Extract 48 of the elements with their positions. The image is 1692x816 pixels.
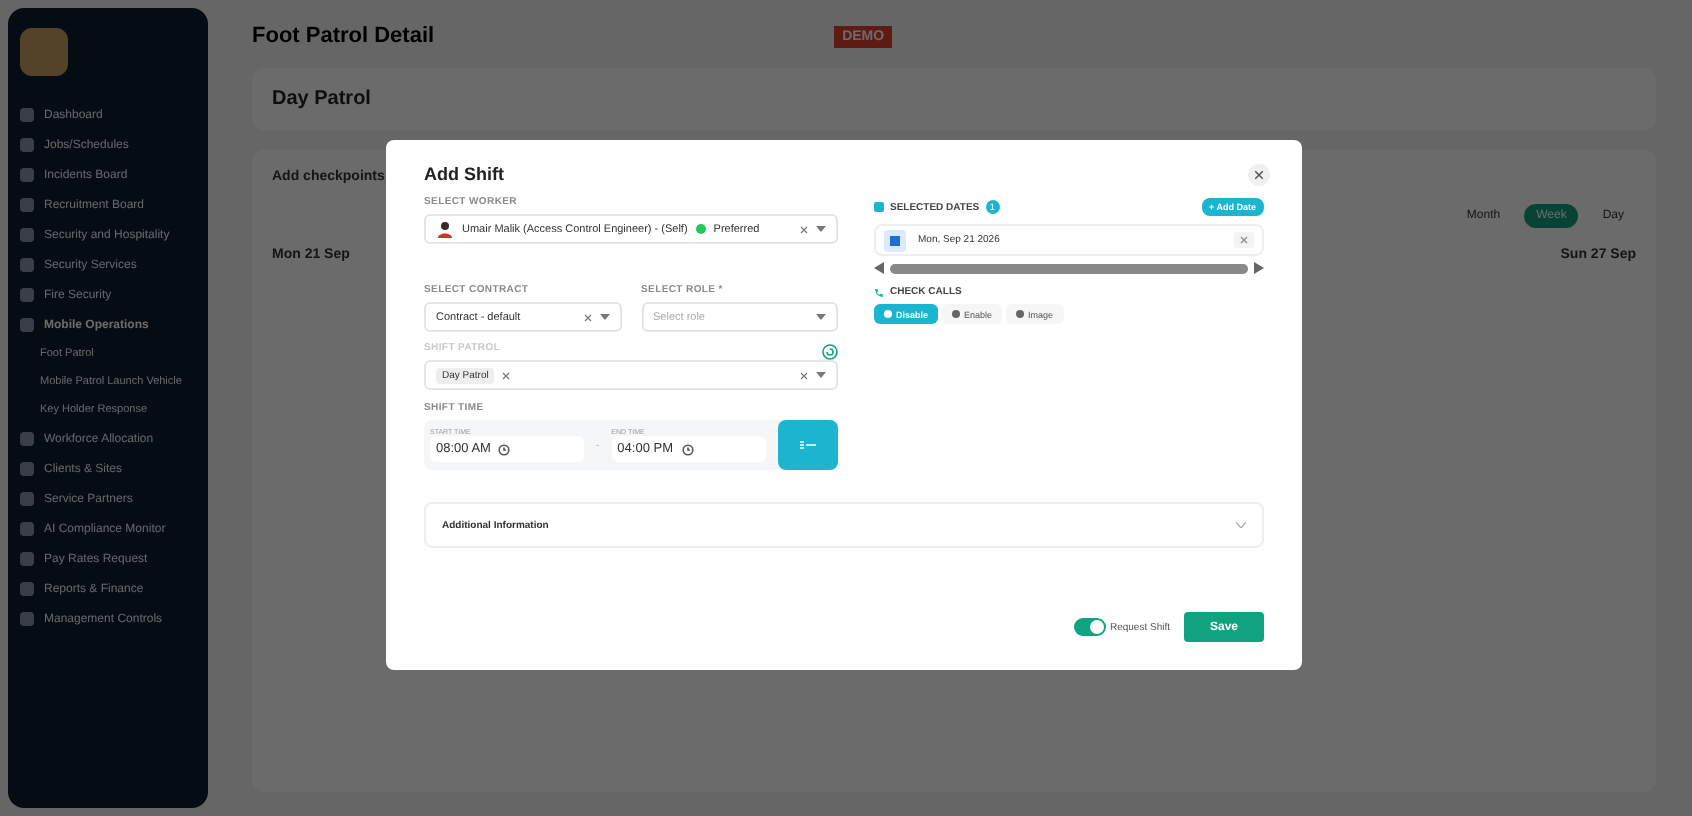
clear-icon[interactable] <box>800 225 808 233</box>
calendar-icon <box>884 229 906 251</box>
menu-item-icon <box>20 462 34 476</box>
menu-item-icon <box>20 288 34 302</box>
menu-item-icon <box>20 108 34 122</box>
menu-item-icon <box>20 168 34 182</box>
close-button[interactable] <box>1248 164 1270 186</box>
menu-item-icon <box>20 582 34 596</box>
menu-item-icon <box>20 552 34 566</box>
scroll-left-icon[interactable] <box>874 262 884 274</box>
close-icon <box>1254 170 1264 180</box>
avatar-icon <box>436 220 454 238</box>
remove-button[interactable] <box>1234 232 1254 248</box>
logo-icon <box>20 28 68 76</box>
option-icon <box>952 310 961 318</box>
caret-icon <box>816 226 826 232</box>
menu-item-icon <box>20 198 34 212</box>
clear-icon[interactable] <box>583 313 591 321</box>
menu-item-icon <box>20 432 34 446</box>
duration-button[interactable] <box>777 420 838 470</box>
chevron-icon <box>1236 522 1246 528</box>
dialog-title: Add Shift <box>424 164 504 184</box>
menu-item-icon <box>20 228 34 242</box>
scrollbar[interactable] <box>890 263 1248 273</box>
phone-icon <box>874 287 884 297</box>
option-icon <box>884 310 892 318</box>
clear-icon[interactable] <box>800 371 808 379</box>
lines-icon <box>799 440 816 450</box>
caret-icon <box>599 314 609 320</box>
menu-item-icon <box>20 318 34 332</box>
patrol-name: Day Patrol <box>272 88 371 110</box>
menu-item-icon <box>20 258 34 272</box>
menu-item-icon <box>20 522 34 536</box>
menu-item-icon <box>20 612 34 626</box>
option-icon <box>1016 310 1025 318</box>
calendar-icon <box>874 202 884 212</box>
refresh-icon[interactable] <box>822 343 838 359</box>
caret-icon <box>816 372 826 378</box>
status-dot <box>695 224 706 234</box>
clock-icon <box>681 443 693 455</box>
chip-remove-icon[interactable] <box>502 371 511 379</box>
caret-icon <box>816 314 826 320</box>
scroll-right-icon[interactable] <box>1254 262 1264 274</box>
clock-icon <box>498 443 511 455</box>
menu-item-icon <box>20 492 34 506</box>
page-title: Foot Patrol Detail <box>252 24 435 48</box>
request-shift-toggle[interactable] <box>1073 618 1106 636</box>
menu-item-icon <box>20 138 34 152</box>
